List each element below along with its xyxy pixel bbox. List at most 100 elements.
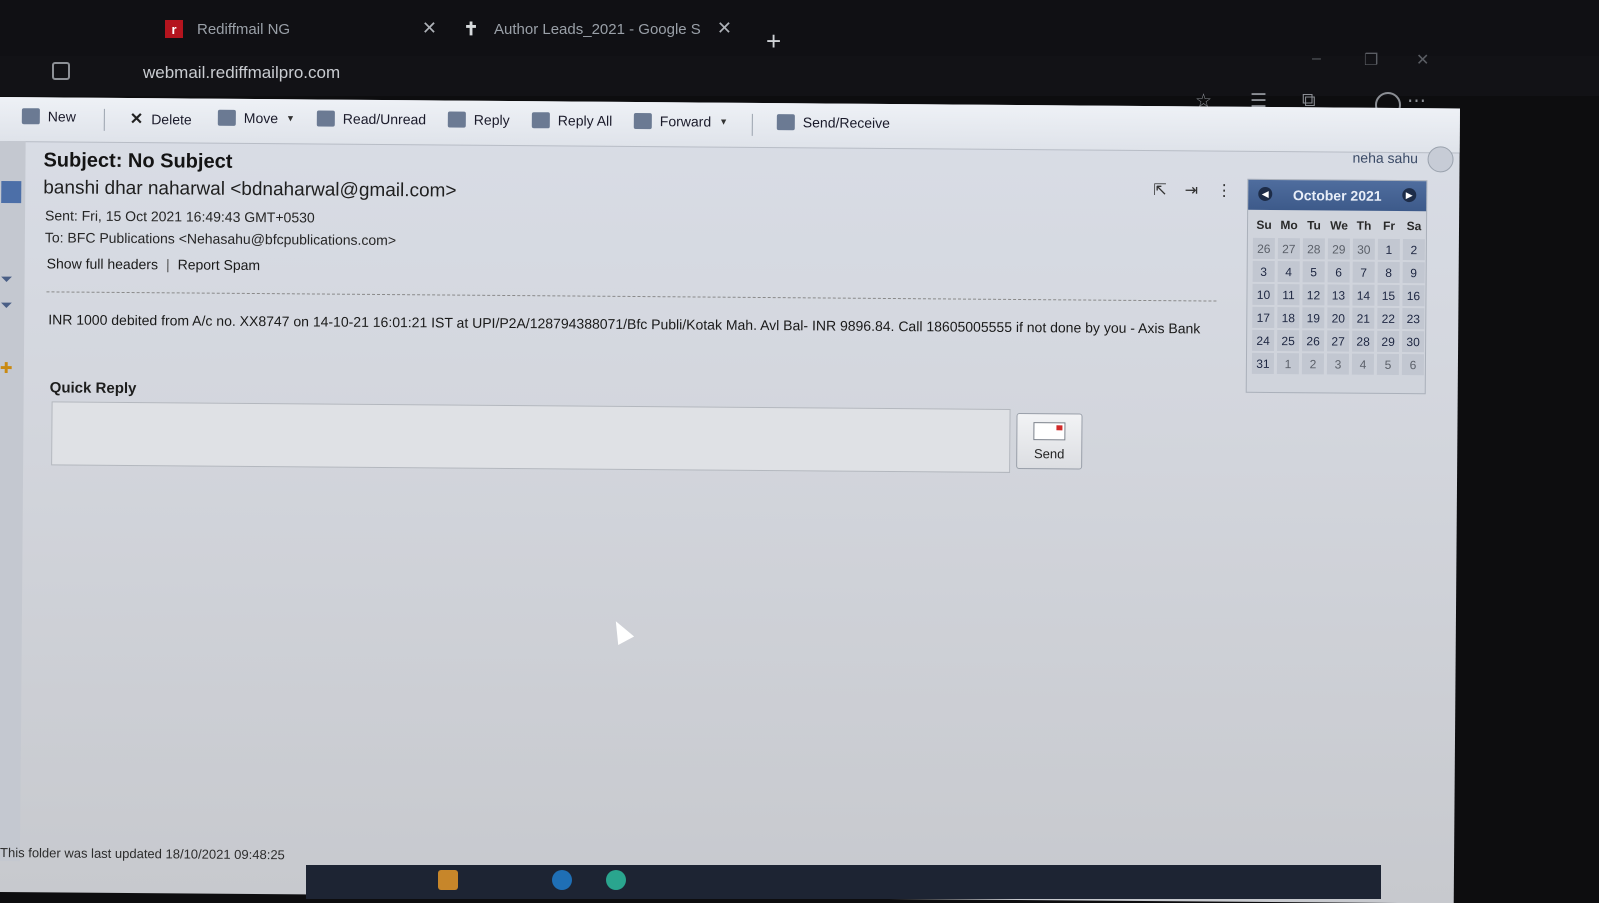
move-out-icon[interactable]: ⇥ [1185, 182, 1199, 199]
calendar-day[interactable]: 5 [1302, 261, 1325, 283]
calendar-day[interactable]: 2 [1402, 239, 1425, 261]
forward-label: Forward [659, 113, 712, 130]
calendar-day[interactable]: 30 [1402, 331, 1425, 353]
calendar-day[interactable]: 4 [1351, 353, 1375, 375]
calendar-day[interactable]: 6 [1401, 354, 1425, 376]
new-label: New [47, 108, 76, 125]
calendar-day[interactable]: 19 [1302, 307, 1325, 329]
calendar-day[interactable]: 6 [1327, 261, 1350, 283]
calendar-day[interactable]: 16 [1402, 285, 1425, 307]
calendar-day[interactable]: 10 [1252, 283, 1275, 306]
url-field[interactable]: webmail.rediffmailpro.com [143, 63, 340, 83]
delete-button[interactable]: ✕ Delete [130, 109, 192, 129]
calendar-day[interactable]: 3 [1326, 353, 1350, 375]
new-tab-button[interactable]: + [766, 28, 781, 54]
rediff-r-icon: r [165, 20, 183, 38]
reply-button[interactable]: Reply [447, 111, 510, 128]
edge-icon[interactable] [552, 870, 572, 890]
calendar-day[interactable]: 20 [1327, 307, 1350, 329]
calendar-day[interactable]: 15 [1377, 284, 1400, 306]
reply-all-label: Reply All [557, 112, 613, 129]
move-button[interactable]: Move ▼ [217, 109, 295, 127]
show-full-headers-link[interactable]: Show full headers [47, 255, 158, 272]
tab-title: Rediffmail NG [197, 20, 291, 38]
calendar-day[interactable]: 18 [1277, 307, 1300, 329]
calendar-day[interactable]: 7 [1352, 261, 1375, 283]
calendar-day[interactable]: 14 [1352, 284, 1375, 306]
forward-button[interactable]: Forward ▼ [633, 112, 728, 130]
reply-icon [447, 111, 466, 128]
calendar-grid: Su Mo Tu We Th Fr Sa 26 27 28 29 30 1 2 3 4 5 6 7 8 9 10 11 12 1… [1251, 214, 1426, 376]
calendar-day[interactable]: 9 [1402, 262, 1425, 284]
minimize-icon[interactable]: – [1312, 50, 1321, 68]
calendar-day[interactable]: 1 [1377, 238, 1400, 260]
send-mail-icon [1033, 421, 1066, 440]
calendar-day[interactable]: 5 [1376, 353, 1400, 375]
calendar-day[interactable]: 13 [1327, 284, 1350, 306]
calendar-day[interactable]: 24 [1252, 329, 1275, 352]
calendar-day[interactable]: 12 [1302, 284, 1325, 306]
tab-title: Author Leads_2021 - Google S [494, 20, 701, 38]
send-button[interactable]: Send [1016, 412, 1083, 470]
sheets-icon: ✝ [463, 18, 479, 39]
read-unread-label: Read/Unread [342, 110, 427, 128]
user-name[interactable]: neha sahu [1353, 150, 1419, 167]
mail-subject: Subject: No Subject [43, 149, 233, 173]
file-explorer-icon[interactable] [438, 870, 458, 890]
mail-recipient: To: BFC Publications <Nehasahu@bfcpublic… [44, 229, 397, 249]
tab-author-leads[interactable]: ✝ Author Leads_2021 - Google S ✕ [462, 12, 732, 46]
next-month-icon[interactable]: ▶ [1402, 188, 1417, 203]
calendar-day[interactable]: 17 [1252, 306, 1275, 329]
report-spam-link[interactable]: Report Spam [178, 256, 261, 273]
tab-rediffmail[interactable]: r Rediffmail NG ✕ [165, 12, 437, 46]
calendar-day[interactable]: 30 [1352, 238, 1375, 260]
move-icon [217, 109, 236, 126]
filter-icon[interactable]: ⏷ [0, 271, 20, 293]
calendar-day[interactable]: 1 [1276, 353, 1300, 375]
calendar-day[interactable]: 21 [1352, 307, 1375, 329]
mail-sender: banshi dhar naharwal <bdnaharwal@gmail.c… [43, 177, 457, 202]
send-receive-label: Send/Receive [802, 114, 891, 131]
calendar-day[interactable]: 3 [1252, 260, 1275, 283]
calendar-day[interactable]: 27 [1327, 330, 1350, 352]
calendar-day[interactable]: 2 [1301, 353, 1325, 375]
read-unread-button[interactable]: Read/Unread [316, 110, 427, 128]
mail-page: New ✕ Delete Move ▼ Read/Unread Reply Repl… [0, 97, 1460, 903]
filter-icon[interactable]: ⏷ [0, 297, 20, 319]
calendar-day[interactable]: 31 [1251, 352, 1275, 375]
send-receive-button[interactable]: Send/Receive [776, 114, 891, 131]
mini-calendar: ◀ October 2021 ▶ Su Mo Tu We Th Fr Sa 26 27 28 29 3… [1245, 178, 1428, 395]
calendar-day[interactable]: 29 [1377, 330, 1400, 352]
calendar-day[interactable]: 8 [1377, 261, 1400, 283]
calendar-day[interactable]: 26 [1302, 330, 1325, 352]
folder-icon[interactable] [1, 181, 22, 204]
send-receive-icon [776, 114, 795, 131]
close-tab-icon[interactable]: ✕ [422, 18, 437, 39]
reply-all-icon [531, 112, 550, 129]
restore-icon[interactable]: ❐ [1364, 50, 1378, 70]
close-window-icon[interactable]: ✕ [1416, 50, 1429, 70]
quick-reply-textarea[interactable] [51, 401, 1011, 473]
calendar-day[interactable]: 22 [1377, 307, 1400, 329]
lock-icon [52, 62, 70, 80]
new-button[interactable]: New [21, 108, 76, 125]
kebab-menu-icon[interactable]: ⋮ [1216, 183, 1232, 200]
calendar-day[interactable]: 26 [1252, 237, 1275, 260]
calendar-day[interactable]: 25 [1277, 330, 1300, 352]
calendar-day[interactable]: 28 [1352, 330, 1375, 352]
toolbar-divider [751, 113, 753, 136]
calendar-day-name: Sa [1406, 219, 1422, 234]
calendar-day[interactable]: 28 [1302, 238, 1325, 260]
mail-sent-date: Sent: Fri, 15 Oct 2021 16:49:43 GMT+0530 [45, 207, 315, 226]
close-tab-icon[interactable]: ✕ [717, 18, 732, 39]
calendar-day[interactable]: 27 [1277, 238, 1300, 260]
calendar-day[interactable]: 11 [1277, 284, 1300, 306]
calendar-day[interactable]: 29 [1327, 238, 1350, 260]
chrome-icon[interactable] [606, 870, 626, 890]
popout-icon[interactable]: ⇱ [1153, 182, 1167, 199]
reply-all-button[interactable]: Reply All [531, 112, 613, 129]
calendar-day[interactable]: 23 [1402, 308, 1425, 330]
calendar-day[interactable]: 4 [1277, 261, 1300, 283]
avatar[interactable] [1427, 146, 1454, 173]
add-folder-icon[interactable]: ✚ [0, 359, 20, 381]
